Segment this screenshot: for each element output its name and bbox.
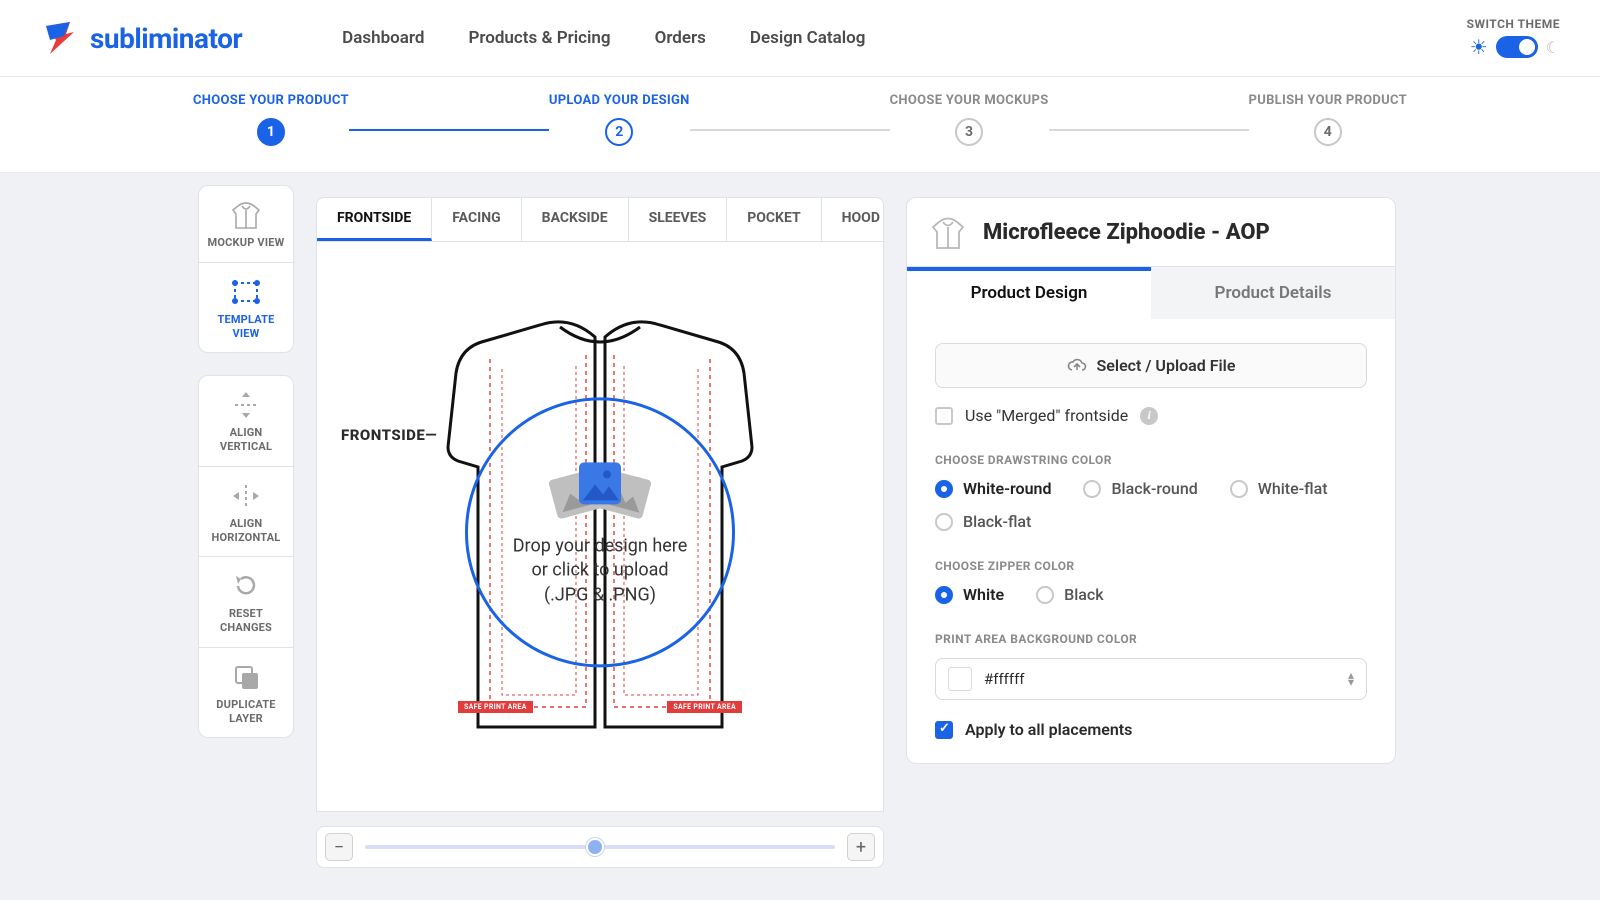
design-canvas[interactable]: FRONTSIDE— SAFE PRINT AREA	[316, 242, 884, 812]
logo-icon	[40, 18, 80, 58]
color-swatch[interactable]	[948, 667, 972, 691]
radio-zipper-black[interactable]: Black	[1036, 585, 1104, 604]
bgcolor-input[interactable]: #ffffff ▴▾	[935, 658, 1367, 700]
radio-zipper-white[interactable]: White	[935, 585, 1004, 604]
checkbox[interactable]	[935, 407, 953, 425]
zoom-out-button[interactable]: −	[325, 833, 353, 861]
hoodie-icon	[929, 214, 967, 250]
tab-backside[interactable]: BACKSIDE	[522, 198, 629, 241]
safe-print-badge: SAFE PRINT AREA	[667, 701, 742, 713]
nav-orders[interactable]: Orders	[655, 28, 706, 48]
step-publish[interactable]: PUBLISH YOUR PRODUCT 4	[1249, 93, 1408, 146]
sun-icon: ☀	[1470, 35, 1488, 59]
product-title: Microfleece Ziphoodie - AOP	[983, 220, 1270, 245]
step-choose-mockups[interactable]: CHOOSE YOUR MOCKUPS 3	[890, 93, 1049, 146]
tab-facing[interactable]: FACING	[432, 198, 521, 241]
radio-white-flat[interactable]: White-flat	[1230, 479, 1328, 498]
reset-icon	[205, 571, 287, 601]
product-body: Select / Upload File Use "Merged" fronts…	[906, 319, 1396, 764]
align-vertical-icon	[205, 390, 287, 420]
moon-icon: ☾	[1546, 38, 1560, 57]
product-tabs: Product Design Product Details	[906, 267, 1396, 319]
template-icon	[205, 277, 287, 307]
duplicate-icon	[205, 662, 287, 692]
cloud-upload-icon	[1067, 358, 1087, 374]
nav-products[interactable]: Products & Pricing	[468, 28, 610, 48]
zoom-thumb[interactable]	[586, 838, 604, 856]
theme-label: SWITCH THEME	[1467, 17, 1560, 31]
radio-white-round[interactable]: White-round	[935, 479, 1051, 498]
info-icon[interactable]: i	[1140, 407, 1158, 425]
step-connector	[690, 129, 890, 131]
tab-product-details[interactable]: Product Details	[1151, 267, 1395, 319]
hoodie-icon	[205, 200, 287, 230]
drop-text-1: Drop your design here	[513, 534, 688, 558]
zoom-in-button[interactable]: +	[847, 833, 875, 861]
theme-toggle[interactable]	[1496, 36, 1538, 58]
template-view-button[interactable]: TEMPLATE VIEW	[199, 263, 293, 353]
align-horizontal-icon	[205, 481, 287, 511]
nav-catalog[interactable]: Design Catalog	[750, 28, 866, 48]
zipper-radios: White Black	[935, 585, 1367, 604]
tab-product-design[interactable]: Product Design	[907, 267, 1151, 319]
placement-tabs: FRONTSIDE FACING BACKSIDE SLEEVES POCKET…	[316, 197, 884, 242]
tab-pocket[interactable]: POCKET	[727, 198, 821, 241]
image-placeholder-icon	[545, 456, 655, 526]
top-bar: subliminator Dashboard Products & Pricin…	[0, 0, 1600, 77]
tab-sleeves[interactable]: SLEEVES	[629, 198, 728, 241]
reset-changes-button[interactable]: RESET CHANGES	[199, 557, 293, 648]
zipper-section-label: CHOOSE ZIPPER COLOR	[935, 559, 1367, 573]
drawstring-section-label: CHOOSE DRAWSTRING COLOR	[935, 453, 1367, 467]
merged-frontside-option[interactable]: Use "Merged" frontside i	[935, 406, 1367, 425]
canvas-column: FRONTSIDE FACING BACKSIDE SLEEVES POCKET…	[316, 197, 884, 868]
wizard-stepper: CHOOSE YOUR PRODUCT 1 UPLOAD YOUR DESIGN…	[0, 77, 1600, 173]
duplicate-layer-button[interactable]: DUPLICATE LAYER	[199, 648, 293, 738]
product-panel: Microfleece Ziphoodie - AOP Product Desi…	[906, 197, 1396, 868]
nav-dashboard[interactable]: Dashboard	[342, 28, 424, 48]
step-connector	[1049, 129, 1249, 131]
zoom-slider[interactable]	[365, 845, 835, 849]
select-caret-icon: ▴▾	[1348, 672, 1354, 686]
mockup-view-button[interactable]: MOCKUP VIEW	[199, 186, 293, 263]
radio-black-flat[interactable]: Black-flat	[935, 512, 1031, 531]
align-vertical-button[interactable]: ALIGN VERTICAL	[199, 376, 293, 467]
main-nav: Dashboard Products & Pricing Orders Desi…	[342, 28, 865, 48]
step-upload-design[interactable]: UPLOAD YOUR DESIGN 2	[549, 93, 690, 146]
product-header: Microfleece Ziphoodie - AOP	[906, 197, 1396, 267]
drop-text-3: (.JPG & .PNG)	[513, 583, 688, 607]
brand-text: subliminator	[90, 22, 242, 55]
drop-text-2: or click to upload	[513, 559, 688, 583]
left-toolbar: MOCKUP VIEW TEMPLATE VIEW ALIGN VERTICAL…	[198, 185, 294, 738]
drawstring-radios: White-round Black-round White-flat Black…	[935, 479, 1367, 531]
zoom-control: − +	[316, 826, 884, 868]
theme-switcher: SWITCH THEME ☀ ☾	[1467, 17, 1560, 59]
apply-all-option[interactable]: Apply to all placements	[935, 720, 1367, 739]
tab-frontside[interactable]: FRONTSIDE	[317, 198, 432, 241]
tab-hood[interactable]: HOOD	[822, 198, 884, 241]
garment-template: SAFE PRINT AREA SAFE PRINT AREA Drop you…	[390, 307, 810, 747]
upload-dropzone[interactable]: Drop your design here or click to upload…	[465, 397, 735, 667]
step-choose-product[interactable]: CHOOSE YOUR PRODUCT 1	[193, 93, 349, 146]
radio-black-round[interactable]: Black-round	[1083, 479, 1197, 498]
bgcolor-section-label: PRINT AREA BACKGROUND COLOR	[935, 632, 1367, 646]
checkbox-checked[interactable]	[935, 721, 953, 739]
align-horizontal-button[interactable]: ALIGN HORIZONTAL	[199, 467, 293, 558]
safe-print-badge: SAFE PRINT AREA	[458, 701, 533, 713]
select-upload-button[interactable]: Select / Upload File	[935, 343, 1367, 388]
brand-logo[interactable]: subliminator	[40, 18, 242, 58]
color-value: #ffffff	[984, 670, 1336, 688]
step-connector	[349, 129, 549, 131]
